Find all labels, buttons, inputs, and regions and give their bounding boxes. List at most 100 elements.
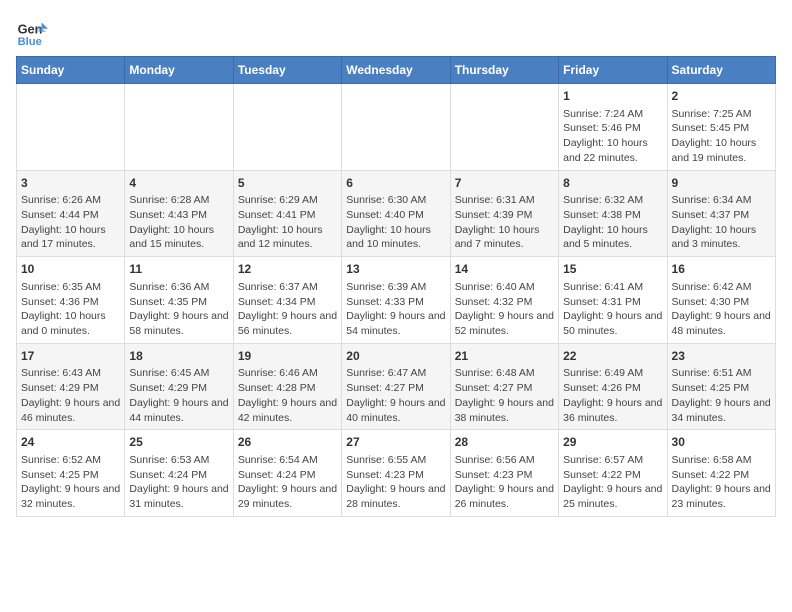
calendar-day-cell-7: 7Sunrise: 6:31 AM Sunset: 4:39 PM Daylig…: [450, 170, 558, 257]
day-number: 16: [672, 261, 771, 278]
day-number: 26: [238, 434, 337, 451]
day-number: 18: [129, 348, 228, 365]
calendar-empty-cell: [450, 84, 558, 171]
calendar-week-row: 17Sunrise: 6:43 AM Sunset: 4:29 PM Dayli…: [17, 343, 776, 430]
calendar-day-cell-27: 27 Sunrise: 6:55 AM Sunset: 4:23 PM Dayli…: [342, 430, 450, 517]
calendar-day-cell-16: 16 Sunrise: 6:42 AM Sunset: 4:30 PM Dayli…: [667, 257, 775, 344]
calendar-day-cell-25: 25 Sunrise: 6:53 AM Sunset: 4:24 PM Dayli…: [125, 430, 233, 517]
calendar-day-cell-14: 14 Sunrise: 6:40 AM Sunset: 4:32 PM Dayli…: [450, 257, 558, 344]
calendar-table: SundayMondayTuesdayWednesdayThursdayFrid…: [16, 56, 776, 517]
weekday-header-saturday: Saturday: [667, 57, 775, 84]
day-number: 13: [346, 261, 445, 278]
day-info: Sunrise: 6:43 AM Sunset: 4:29 PM Dayligh…: [21, 366, 120, 425]
calendar-week-row: 3Sunrise: 6:26 AM Sunset: 4:44 PM Daylig…: [17, 170, 776, 257]
calendar-day-cell-22: 22Sunrise: 6:49 AM Sunset: 4:26 PM Dayli…: [559, 343, 667, 430]
weekday-header-wednesday: Wednesday: [342, 57, 450, 84]
day-number: 25: [129, 434, 228, 451]
day-number: 14: [455, 261, 554, 278]
day-number: 29: [563, 434, 662, 451]
calendar-week-row: 24Sunrise: 6:52 AM Sunset: 4:25 PM Dayli…: [17, 430, 776, 517]
day-info: Sunrise: 7:24 AM Sunset: 5:46 PM Dayligh…: [563, 107, 662, 166]
day-info: Sunrise: 6:42 AM Sunset: 4:30 PM Dayligh…: [672, 280, 771, 339]
weekday-header-tuesday: Tuesday: [233, 57, 341, 84]
weekday-header-monday: Monday: [125, 57, 233, 84]
calendar-day-cell-9: 9Sunrise: 6:34 AM Sunset: 4:37 PM Daylig…: [667, 170, 775, 257]
day-info: Sunrise: 6:30 AM Sunset: 4:40 PM Dayligh…: [346, 193, 445, 252]
day-info: Sunrise: 6:51 AM Sunset: 4:25 PM Dayligh…: [672, 366, 771, 425]
calendar-empty-cell: [233, 84, 341, 171]
day-info: Sunrise: 6:29 AM Sunset: 4:41 PM Dayligh…: [238, 193, 337, 252]
day-number: 22: [563, 348, 662, 365]
day-info: Sunrise: 6:32 AM Sunset: 4:38 PM Dayligh…: [563, 193, 662, 252]
calendar-day-cell-30: 30Sunrise: 6:58 AM Sunset: 4:22 PM Dayli…: [667, 430, 775, 517]
day-info: Sunrise: 6:37 AM Sunset: 4:34 PM Dayligh…: [238, 280, 337, 339]
day-number: 21: [455, 348, 554, 365]
calendar-day-cell-3: 3Sunrise: 6:26 AM Sunset: 4:44 PM Daylig…: [17, 170, 125, 257]
logo-icon: Gen Blue: [16, 16, 48, 48]
day-info: Sunrise: 6:26 AM Sunset: 4:44 PM Dayligh…: [21, 193, 120, 252]
day-info: Sunrise: 6:53 AM Sunset: 4:24 PM Dayligh…: [129, 453, 228, 512]
calendar-day-cell-19: 19Sunrise: 6:46 AM Sunset: 4:28 PM Dayli…: [233, 343, 341, 430]
calendar-day-cell-11: 11 Sunrise: 6:36 AM Sunset: 4:35 PM Dayli…: [125, 257, 233, 344]
day-info: Sunrise: 6:45 AM Sunset: 4:29 PM Dayligh…: [129, 366, 228, 425]
calendar-week-row: 1Sunrise: 7:24 AM Sunset: 5:46 PM Daylig…: [17, 84, 776, 171]
day-info: Sunrise: 7:25 AM Sunset: 5:45 PM Dayligh…: [672, 107, 771, 166]
calendar-day-cell-24: 24Sunrise: 6:52 AM Sunset: 4:25 PM Dayli…: [17, 430, 125, 517]
calendar-empty-cell: [17, 84, 125, 171]
day-number: 28: [455, 434, 554, 451]
day-number: 11: [129, 261, 228, 278]
calendar-day-cell-17: 17Sunrise: 6:43 AM Sunset: 4:29 PM Dayli…: [17, 343, 125, 430]
calendar-day-cell-6: 6Sunrise: 6:30 AM Sunset: 4:40 PM Daylig…: [342, 170, 450, 257]
day-number: 20: [346, 348, 445, 365]
day-number: 5: [238, 175, 337, 192]
day-info: Sunrise: 6:56 AM Sunset: 4:23 PM Dayligh…: [455, 453, 554, 512]
day-info: Sunrise: 6:28 AM Sunset: 4:43 PM Dayligh…: [129, 193, 228, 252]
day-info: Sunrise: 6:52 AM Sunset: 4:25 PM Dayligh…: [21, 453, 120, 512]
day-number: 7: [455, 175, 554, 192]
calendar-day-cell-5: 5Sunrise: 6:29 AM Sunset: 4:41 PM Daylig…: [233, 170, 341, 257]
calendar-day-cell-26: 26 Sunrise: 6:54 AM Sunset: 4:24 PM Dayli…: [233, 430, 341, 517]
day-info: Sunrise: 6:47 AM Sunset: 4:27 PM Dayligh…: [346, 366, 445, 425]
day-number: 27: [346, 434, 445, 451]
calendar-day-cell-2: 2 Sunrise: 7:25 AM Sunset: 5:45 PM Daylig…: [667, 84, 775, 171]
day-number: 23: [672, 348, 771, 365]
calendar-day-cell-20: 20Sunrise: 6:47 AM Sunset: 4:27 PM Dayli…: [342, 343, 450, 430]
calendar-day-cell-10: 10Sunrise: 6:35 AM Sunset: 4:36 PM Dayli…: [17, 257, 125, 344]
calendar-day-cell-23: 23Sunrise: 6:51 AM Sunset: 4:25 PM Dayli…: [667, 343, 775, 430]
day-number: 4: [129, 175, 228, 192]
calendar-day-cell-29: 29 Sunrise: 6:57 AM Sunset: 4:22 PM Dayli…: [559, 430, 667, 517]
calendar-week-row: 10Sunrise: 6:35 AM Sunset: 4:36 PM Dayli…: [17, 257, 776, 344]
day-number: 12: [238, 261, 337, 278]
day-info: Sunrise: 6:41 AM Sunset: 4:31 PM Dayligh…: [563, 280, 662, 339]
svg-text:Blue: Blue: [18, 36, 42, 48]
day-info: Sunrise: 6:40 AM Sunset: 4:32 PM Dayligh…: [455, 280, 554, 339]
day-info: Sunrise: 6:46 AM Sunset: 4:28 PM Dayligh…: [238, 366, 337, 425]
day-number: 3: [21, 175, 120, 192]
day-info: Sunrise: 6:35 AM Sunset: 4:36 PM Dayligh…: [21, 280, 120, 339]
day-info: Sunrise: 6:57 AM Sunset: 4:22 PM Dayligh…: [563, 453, 662, 512]
weekday-header-thursday: Thursday: [450, 57, 558, 84]
weekday-header-sunday: Sunday: [17, 57, 125, 84]
calendar-day-cell-21: 21Sunrise: 6:48 AM Sunset: 4:27 PM Dayli…: [450, 343, 558, 430]
day-info: Sunrise: 6:39 AM Sunset: 4:33 PM Dayligh…: [346, 280, 445, 339]
calendar-day-cell-4: 4Sunrise: 6:28 AM Sunset: 4:43 PM Daylig…: [125, 170, 233, 257]
day-number: 2: [672, 88, 771, 105]
day-number: 6: [346, 175, 445, 192]
day-number: 17: [21, 348, 120, 365]
page-header: Gen Blue: [16, 16, 776, 48]
weekday-header-row: SundayMondayTuesdayWednesdayThursdayFrid…: [17, 57, 776, 84]
day-info: Sunrise: 6:54 AM Sunset: 4:24 PM Dayligh…: [238, 453, 337, 512]
calendar-day-cell-1: 1Sunrise: 7:24 AM Sunset: 5:46 PM Daylig…: [559, 84, 667, 171]
logo: Gen Blue: [16, 16, 52, 48]
day-number: 30: [672, 434, 771, 451]
day-number: 15: [563, 261, 662, 278]
day-info: Sunrise: 6:34 AM Sunset: 4:37 PM Dayligh…: [672, 193, 771, 252]
day-number: 9: [672, 175, 771, 192]
weekday-header-friday: Friday: [559, 57, 667, 84]
calendar-day-cell-18: 18Sunrise: 6:45 AM Sunset: 4:29 PM Dayli…: [125, 343, 233, 430]
day-info: Sunrise: 6:36 AM Sunset: 4:35 PM Dayligh…: [129, 280, 228, 339]
day-info: Sunrise: 6:55 AM Sunset: 4:23 PM Dayligh…: [346, 453, 445, 512]
calendar-day-cell-12: 12 Sunrise: 6:37 AM Sunset: 4:34 PM Dayli…: [233, 257, 341, 344]
calendar-day-cell-15: 15 Sunrise: 6:41 AM Sunset: 4:31 PM Dayli…: [559, 257, 667, 344]
calendar-day-cell-28: 28 Sunrise: 6:56 AM Sunset: 4:23 PM Dayli…: [450, 430, 558, 517]
